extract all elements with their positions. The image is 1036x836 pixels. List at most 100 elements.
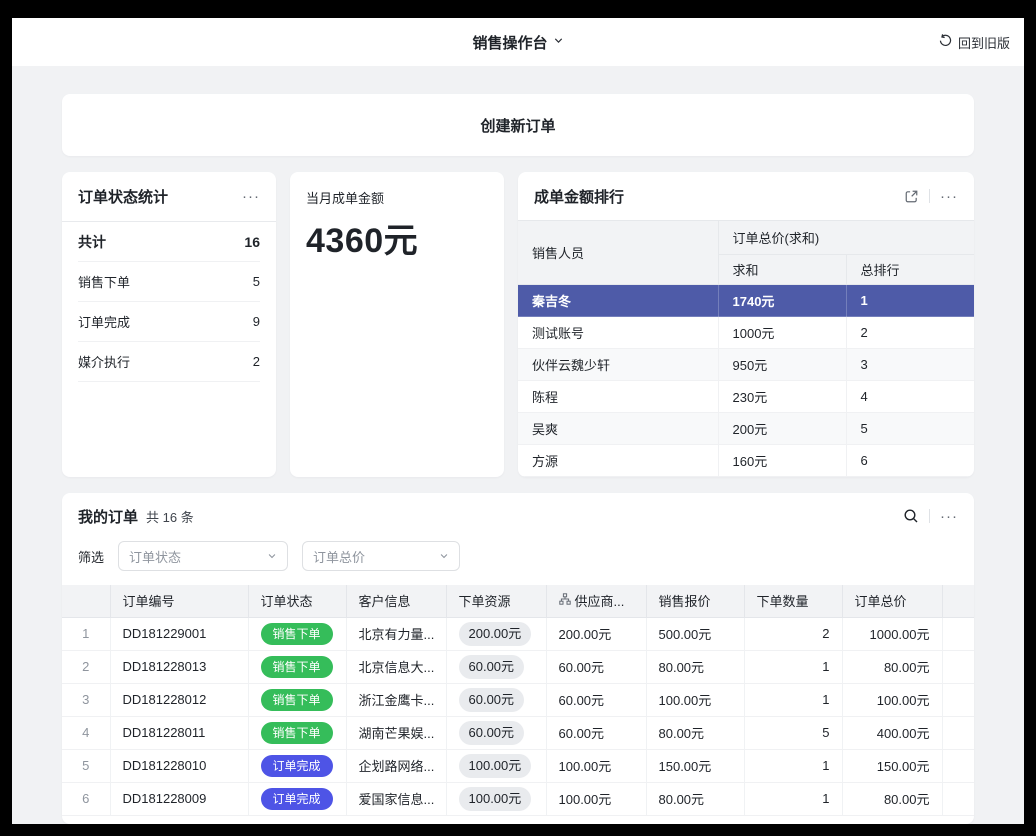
order-no: DD181228011 bbox=[110, 716, 248, 749]
status-label: 销售下单 bbox=[78, 272, 130, 291]
filter-label: 筛选 bbox=[78, 547, 104, 566]
order-qty: 5 bbox=[744, 716, 842, 749]
ranking-row[interactable]: 伙伴云魏少轩 950元 3 bbox=[518, 349, 974, 381]
sales-quote: 500.00元 bbox=[646, 617, 744, 650]
customer-name: 湖南芒果娱... bbox=[346, 716, 446, 749]
col-header-status[interactable]: 订单状态 bbox=[248, 585, 346, 617]
chevron-down-icon bbox=[553, 33, 564, 51]
sales-quote: 150.00元 bbox=[646, 749, 744, 782]
lookup-icon bbox=[559, 593, 571, 608]
order-qty: 1 bbox=[744, 683, 842, 716]
col-header-quote[interactable]: 销售报价 bbox=[646, 585, 744, 617]
orders-header-row: 订单编号 订单状态 客户信息 下单资源 供应商... bbox=[62, 585, 974, 617]
my-orders-card: 我的订单 共 16 条 ··· 筛选 订单状态 bbox=[62, 493, 974, 824]
rank-value: 4 bbox=[846, 381, 974, 413]
ranking-row[interactable]: 秦吉冬 1740元 1 bbox=[518, 285, 974, 317]
col-header-total[interactable]: 订单总价 bbox=[842, 585, 942, 617]
customer-name: 北京信息大... bbox=[346, 650, 446, 683]
resource-badge: 100.00元 bbox=[459, 754, 532, 778]
table-row[interactable]: 4 DD181228011 销售下单 湖南芒果娱... 60.00元 60.00… bbox=[62, 716, 974, 749]
orders-card-header: 我的订单 共 16 条 ··· bbox=[62, 493, 974, 539]
sum-value: 230元 bbox=[718, 381, 846, 413]
chevron-down-icon bbox=[267, 549, 277, 564]
order-no: DD181228013 bbox=[110, 650, 248, 683]
order-total: 80.00元 bbox=[842, 650, 942, 683]
more-menu-button[interactable]: ··· bbox=[940, 189, 958, 204]
col-header-order-no[interactable]: 订单编号 bbox=[110, 585, 248, 617]
order-total: 400.00元 bbox=[842, 716, 942, 749]
more-menu-button[interactable]: ··· bbox=[940, 509, 958, 524]
app-window: 销售操作台 回到旧版 创建新订单 订单状态统计 ··· bbox=[12, 18, 1024, 824]
resource-badge: 100.00元 bbox=[459, 787, 532, 811]
col-header-salesperson: 销售人员 bbox=[518, 221, 718, 285]
resource-badge: 60.00元 bbox=[459, 688, 525, 712]
table-row[interactable]: 3 DD181228012 销售下单 浙江金鹰卡... 60.00元 60.00… bbox=[62, 683, 974, 716]
table-row[interactable]: 6 DD181228009 订单完成 爱国家信息... 100.00元 100.… bbox=[62, 782, 974, 815]
order-qty: 1 bbox=[744, 650, 842, 683]
ranking-row[interactable]: 吴爽 200元 5 bbox=[518, 413, 974, 445]
restore-icon bbox=[938, 33, 953, 51]
create-order-button[interactable]: 创建新订单 bbox=[62, 94, 974, 156]
status-value: 5 bbox=[253, 274, 260, 289]
more-menu-button[interactable]: ··· bbox=[242, 189, 260, 204]
supplier-price: 60.00元 bbox=[546, 683, 646, 716]
order-total: 150.00元 bbox=[842, 749, 942, 782]
table-row[interactable]: 1 DD181229001 销售下单 北京有力量... 200.00元 200.… bbox=[62, 617, 974, 650]
order-qty: 1 bbox=[744, 782, 842, 815]
sales-quote: 80.00元 bbox=[646, 782, 744, 815]
col-header-customer[interactable]: 客户信息 bbox=[346, 585, 446, 617]
order-status-filter-select[interactable]: 订单状态 bbox=[118, 541, 288, 571]
amount-card-title: 当月成单金额 bbox=[306, 188, 488, 207]
sum-value: 160元 bbox=[718, 445, 846, 477]
order-total: 1000.00元 bbox=[842, 617, 942, 650]
salesperson-name: 方源 bbox=[518, 445, 718, 477]
col-header-qty[interactable]: 下单数量 bbox=[744, 585, 842, 617]
card-title: 我的订单 bbox=[78, 506, 138, 527]
workspace-switcher[interactable]: 销售操作台 bbox=[472, 32, 563, 53]
table-row[interactable]: 2 DD181228013 销售下单 北京信息大... 60.00元 60.00… bbox=[62, 650, 974, 683]
col-header-index bbox=[62, 585, 110, 617]
divider bbox=[929, 189, 930, 203]
row-index: 4 bbox=[62, 716, 110, 749]
status-row[interactable]: 订单完成 9 bbox=[78, 302, 260, 342]
chevron-down-icon bbox=[439, 549, 449, 564]
table-row[interactable]: 5 DD181228010 订单完成 企划路网络... 100.00元 100.… bbox=[62, 749, 974, 782]
card-actions: ··· bbox=[903, 508, 958, 524]
order-no: DD181229001 bbox=[110, 617, 248, 650]
export-icon[interactable] bbox=[904, 189, 919, 204]
row-index: 1 bbox=[62, 617, 110, 650]
resource-badge: 60.00元 bbox=[459, 721, 525, 745]
supplier-price: 60.00元 bbox=[546, 650, 646, 683]
ranking-row[interactable]: 方源 160元 6 bbox=[518, 445, 974, 477]
salesperson-name: 秦吉冬 bbox=[518, 285, 718, 317]
customer-name: 北京有力量... bbox=[346, 617, 446, 650]
status-row[interactable]: 媒介执行 2 bbox=[78, 342, 260, 382]
rank-value: 1 bbox=[846, 285, 974, 317]
search-icon[interactable] bbox=[903, 508, 919, 524]
status-badge: 销售下单 bbox=[261, 623, 333, 645]
ranking-table: 销售人员 订单总价(求和) 求和 总排行 秦吉冬 1740元 1 bbox=[518, 220, 974, 477]
order-total-filter-select[interactable]: 订单总价 bbox=[302, 541, 460, 571]
salesperson-name: 测试账号 bbox=[518, 317, 718, 349]
customer-name: 浙江金鹰卡... bbox=[346, 683, 446, 716]
col-header-supplier[interactable]: 供应商... bbox=[546, 585, 646, 617]
ranking-row[interactable]: 陈程 230元 4 bbox=[518, 381, 974, 413]
status-value: 9 bbox=[253, 314, 260, 329]
dashboard-main: 创建新订单 订单状态统计 ··· 共计 16 销售下单 5 bbox=[12, 66, 1024, 824]
col-header-resource[interactable]: 下单资源 bbox=[446, 585, 546, 617]
page-title: 销售操作台 bbox=[472, 32, 547, 53]
orders-count: 共 16 条 bbox=[146, 507, 194, 526]
rank-value: 2 bbox=[846, 317, 974, 349]
status-row-total[interactable]: 共计 16 bbox=[78, 222, 260, 262]
back-to-old-version-link[interactable]: 回到旧版 bbox=[938, 18, 1010, 66]
create-order-label: 创建新订单 bbox=[480, 115, 555, 136]
ranking-row[interactable]: 测试账号 1000元 2 bbox=[518, 317, 974, 349]
col-header-filler bbox=[942, 585, 974, 617]
sum-value: 200元 bbox=[718, 413, 846, 445]
status-list: 共计 16 销售下单 5 订单完成 9 媒介执行 2 bbox=[62, 222, 276, 382]
col-header-total-group: 订单总价(求和) bbox=[718, 221, 974, 255]
status-row[interactable]: 销售下单 5 bbox=[78, 262, 260, 302]
sum-value: 1000元 bbox=[718, 317, 846, 349]
card-header: 成单金额排行 ··· bbox=[518, 172, 974, 220]
status-badge: 订单完成 bbox=[261, 788, 333, 810]
